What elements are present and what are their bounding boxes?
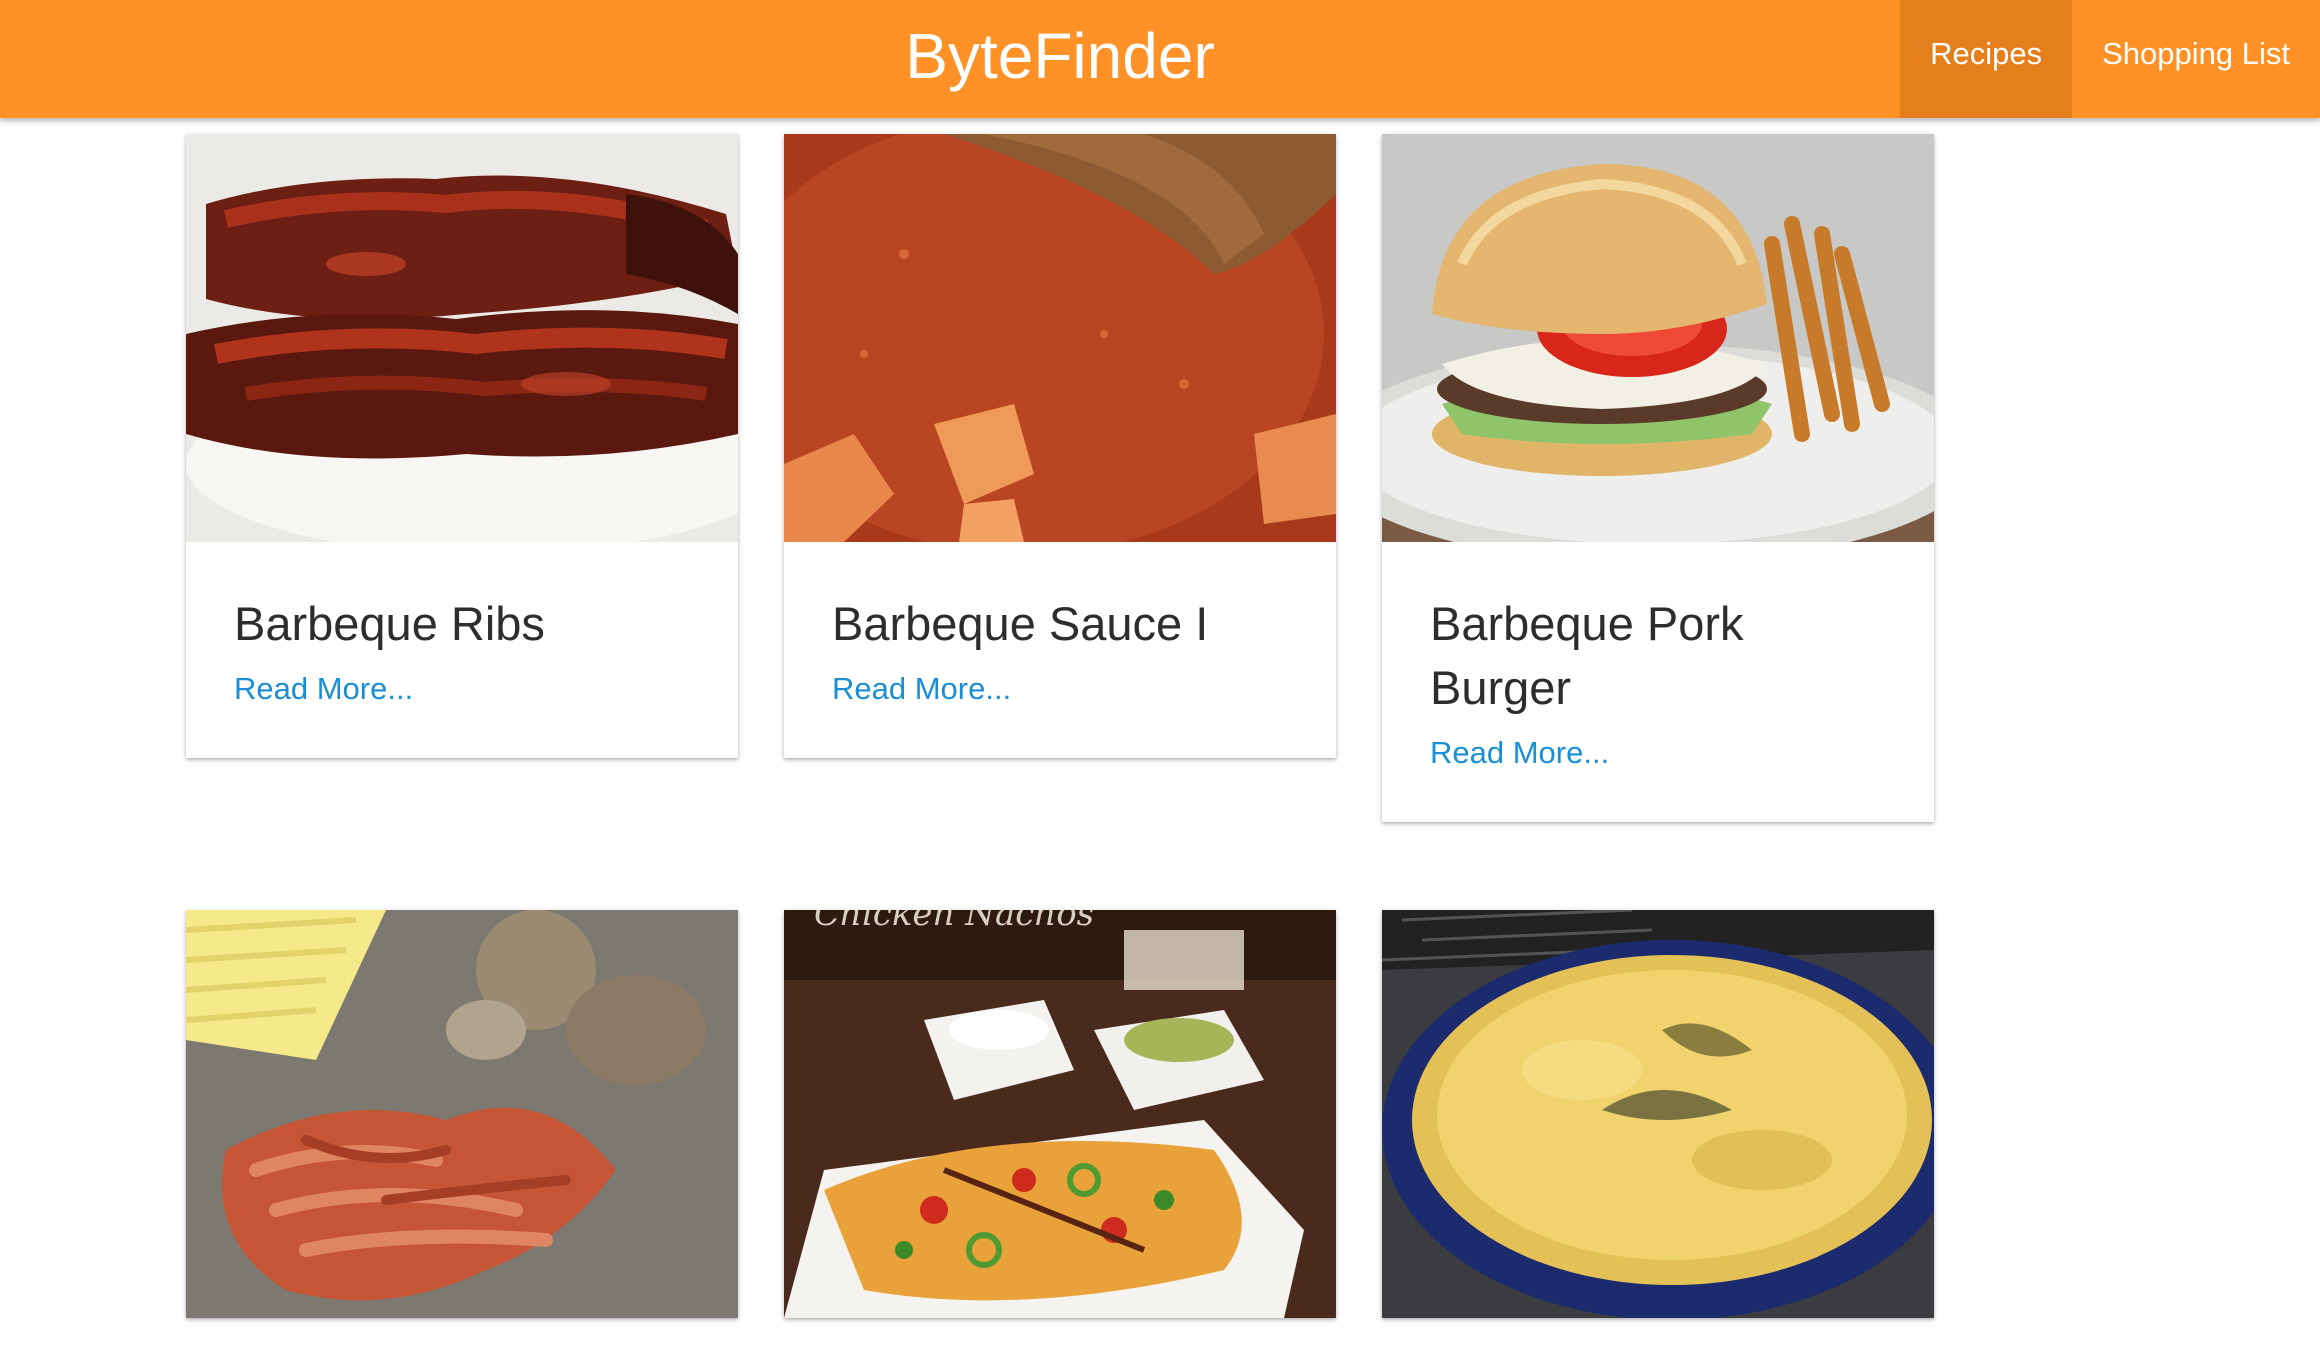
recipe-image[interactable]	[186, 910, 738, 1318]
recipe-card: Barbeque Sauce I Read More...	[784, 134, 1336, 758]
top-navbar: ByteFinder Recipes Shopping List	[0, 0, 2320, 118]
nav-recipes[interactable]: Recipes	[1900, 0, 2073, 118]
recipe-card: Chicken Nachos	[784, 910, 1336, 1318]
recipe-image[interactable]	[186, 134, 738, 542]
recipe-card: Barbeque Pork Burger Read More...	[1382, 134, 1934, 822]
recipe-title: Barbeque Pork Burger	[1430, 597, 1744, 714]
recipe-image[interactable]: Chicken Nachos	[784, 910, 1336, 1318]
recipe-card	[186, 910, 738, 1318]
nav-links: Recipes Shopping List	[1900, 0, 2320, 118]
recipe-card: Barbeque Ribs Read More...	[186, 134, 738, 758]
read-more-link[interactable]: Read More...	[832, 668, 1011, 710]
recipe-image[interactable]	[1382, 134, 1934, 542]
recipe-image[interactable]	[1382, 910, 1934, 1318]
recipe-title: Barbeque Sauce I	[832, 597, 1209, 650]
recipe-title: Barbeque Ribs	[234, 597, 545, 650]
recipe-image[interactable]	[784, 134, 1336, 542]
recipe-card	[1382, 910, 1934, 1318]
read-more-link[interactable]: Read More...	[234, 668, 413, 710]
image-caption: Chicken Nachos	[814, 910, 1094, 934]
read-more-link[interactable]: Read More...	[1430, 732, 1609, 774]
nav-shopping-list[interactable]: Shopping List	[2072, 0, 2320, 118]
brand-logo[interactable]: ByteFinder	[0, 0, 2120, 118]
